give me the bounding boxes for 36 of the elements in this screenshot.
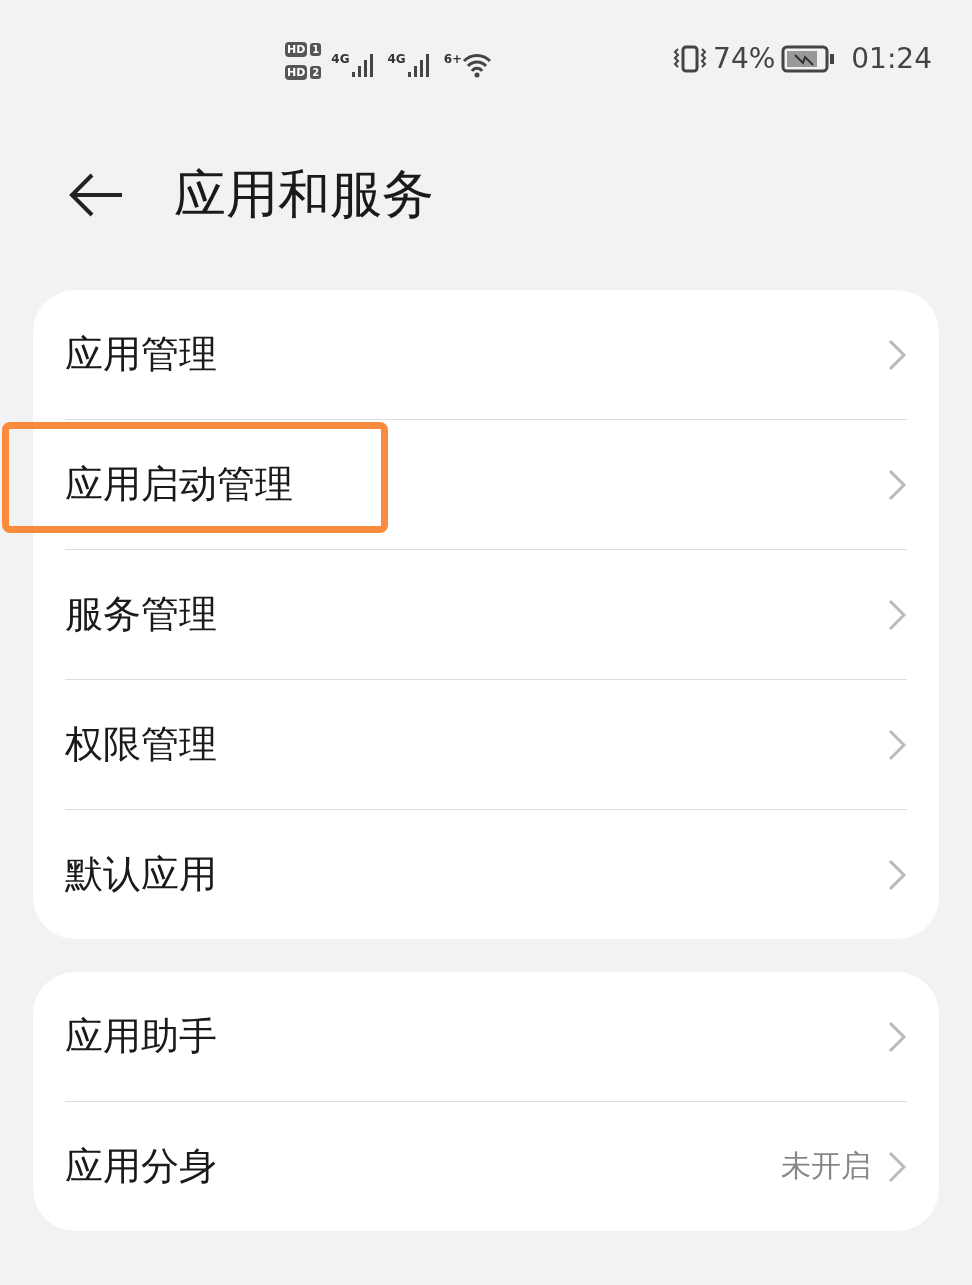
- row-label: 应用分身: [65, 1143, 217, 1190]
- row-label: 应用管理: [65, 331, 217, 378]
- settings-row[interactable]: 应用分身 未开启: [65, 1101, 907, 1231]
- row-value: 未开启: [781, 1147, 871, 1185]
- battery-percent: 74%: [713, 42, 776, 75]
- row-label: 应用助手: [65, 1013, 217, 1060]
- row-label: 服务管理: [65, 591, 217, 638]
- hd-badge: HD: [285, 65, 308, 80]
- chevron-icon: [887, 1149, 907, 1184]
- hd-badge: HD: [285, 42, 308, 57]
- vibrate-icon: [673, 44, 708, 73]
- chevron-icon: [887, 727, 907, 762]
- chevron-icon: [887, 1019, 907, 1054]
- page-title: 应用和服务: [174, 163, 434, 226]
- chevron-icon: [887, 857, 907, 892]
- settings-row[interactable]: 应用管理: [65, 290, 907, 419]
- clock-time: 01:24: [851, 42, 932, 75]
- chevron-icon: [887, 597, 907, 632]
- settings-row[interactable]: 服务管理: [65, 549, 907, 679]
- network-type: 4G: [331, 52, 350, 66]
- row-label: 权限管理: [65, 721, 217, 768]
- row-label: 默认应用: [65, 851, 217, 898]
- settings-row[interactable]: 应用助手: [65, 972, 907, 1101]
- back-button[interactable]: [68, 171, 124, 219]
- battery-charging-icon: [781, 44, 836, 73]
- sim-slot: 2: [310, 66, 322, 79]
- settings-row[interactable]: 默认应用: [65, 809, 907, 939]
- row-label: 应用启动管理: [65, 461, 293, 508]
- settings-row[interactable]: 应用启动管理: [65, 419, 907, 549]
- chevron-icon: [887, 337, 907, 372]
- chevron-icon: [887, 467, 907, 502]
- wifi-icon: [462, 52, 493, 78]
- sim-slot: 1: [310, 43, 322, 56]
- wifi-standard: 6+: [443, 52, 463, 66]
- network-type: 4G: [387, 52, 406, 66]
- settings-row[interactable]: 权限管理: [65, 679, 907, 809]
